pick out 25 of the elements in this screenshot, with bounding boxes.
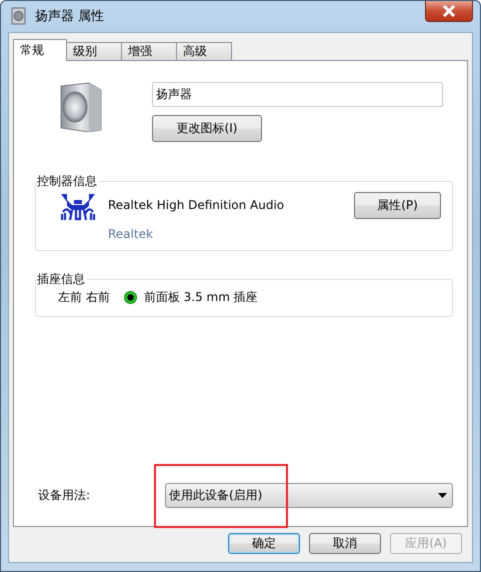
speaker-icon: [59, 82, 103, 132]
usage-label: 设备用法:: [38, 487, 92, 504]
window-title: 扬声器 属性: [35, 8, 106, 25]
dialog-button[interactable]: 取消: [309, 533, 381, 554]
properties-button[interactable]: 属性(P): [354, 192, 441, 219]
tab[interactable]: 增强: [121, 42, 177, 60]
tab[interactable]: 级别: [66, 42, 122, 60]
group-heading: 控制器信息: [37, 174, 99, 188]
channel-list: 左前 右前: [58, 289, 110, 306]
crab-logo-icon: [59, 192, 97, 222]
close-button[interactable]: [425, 1, 473, 22]
speaker-icon: [11, 7, 27, 25]
jack-location: 前面板 3.5 mm 插座: [144, 289, 258, 306]
jack-color-icon: [124, 291, 137, 304]
dialog-button[interactable]: 确定: [228, 533, 300, 554]
close-icon: [442, 5, 456, 17]
controller-name: Realtek High Definition Audio: [108, 198, 286, 212]
change-icon-button[interactable]: 更改图标(I): [152, 115, 262, 142]
tab[interactable]: 常规: [13, 39, 67, 61]
group-heading: 插座信息: [37, 272, 87, 286]
vendor-name: Realtek: [108, 227, 154, 241]
tab[interactable]: 高级: [176, 42, 232, 60]
usage-dropdown[interactable]: 使用此设备(启用): [165, 483, 453, 508]
name-field[interactable]: 扬声器: [152, 82, 443, 107]
dropdown-arrow-icon: [438, 493, 447, 498]
